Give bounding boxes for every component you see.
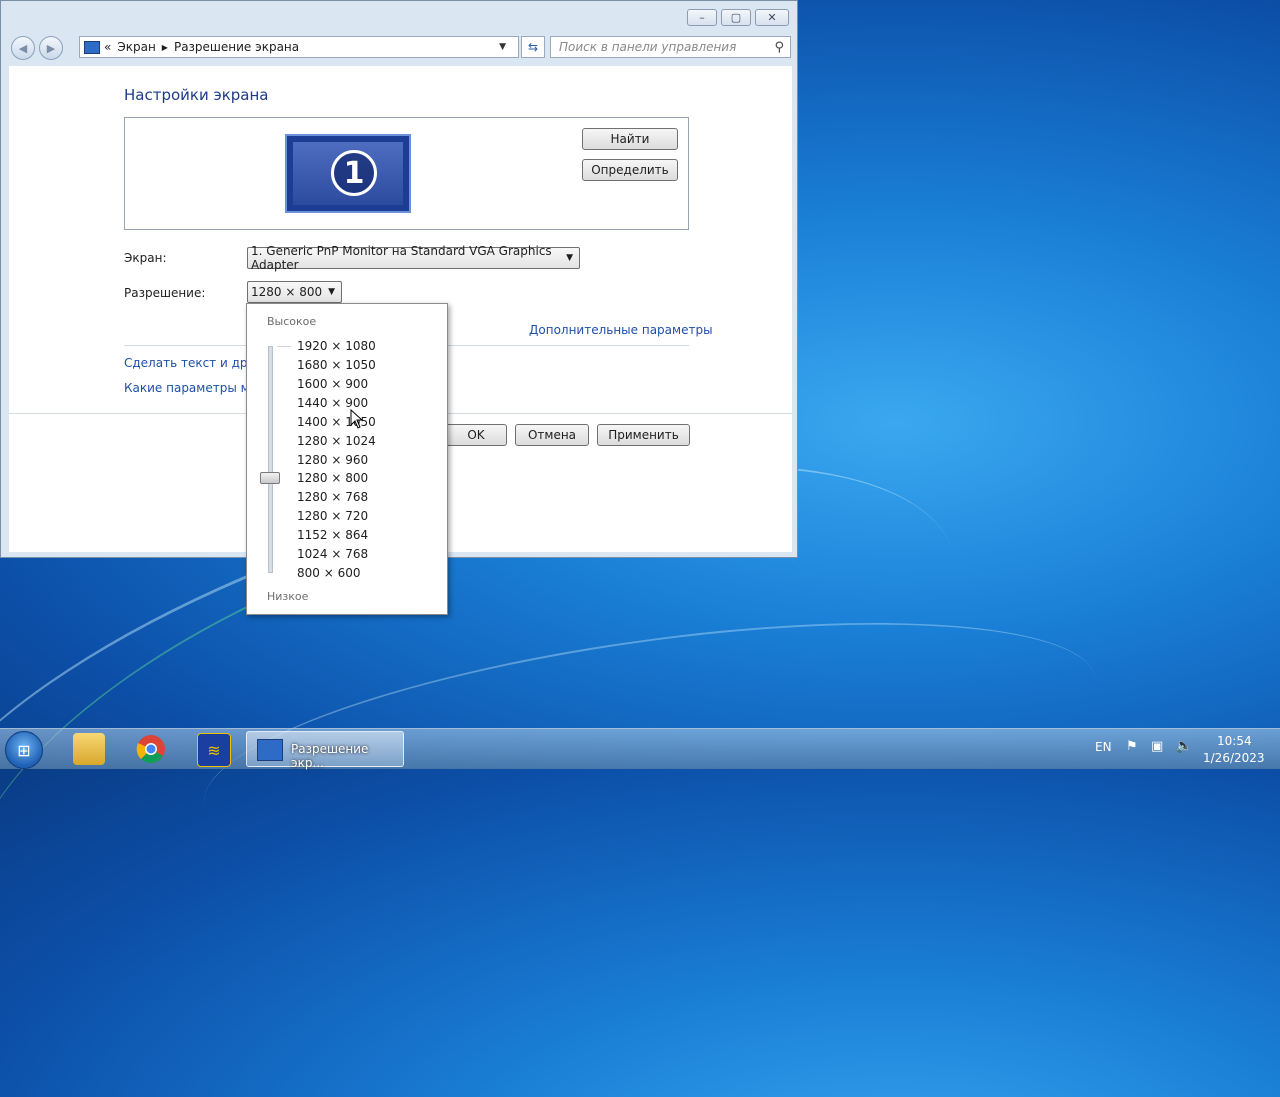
close-button[interactable]: ✕: [755, 9, 789, 26]
volume-icon[interactable]: 🔈: [1175, 738, 1192, 754]
high-label: Высокое: [267, 315, 317, 328]
resolution-option[interactable]: 1024 × 768: [297, 547, 368, 561]
clock-time[interactable]: 10:54: [1217, 734, 1252, 748]
low-label: Низкое: [267, 590, 309, 603]
taskbar-window-title: Разрешение экр...: [291, 742, 369, 770]
chrome-taskbar-icon[interactable]: [135, 733, 167, 765]
mouse-cursor-icon: [350, 409, 364, 429]
resolution-option[interactable]: 1280 × 768: [297, 490, 368, 504]
monitor-preview-area: 1 Найти Определить: [124, 117, 689, 230]
chrome-icon: [136, 735, 165, 764]
screen-select-value: 1. Generic PnP Monitor на Standard VGA G…: [251, 244, 552, 272]
resolution-option[interactable]: 1152 × 864: [297, 528, 368, 542]
cancel-button[interactable]: Отмена: [515, 424, 589, 446]
taskbar-window-display-resolution[interactable]: Разрешение экр...: [246, 731, 404, 770]
resolution-option-selected[interactable]: 1280 × 800: [297, 471, 368, 485]
resolution-option[interactable]: 1600 × 900: [297, 377, 368, 391]
find-button[interactable]: Найти: [582, 128, 678, 150]
breadcrumb-resolution[interactable]: Разрешение экрана: [174, 40, 299, 54]
forward-button[interactable]: ▶: [39, 36, 63, 60]
chevron-down-icon: ▼: [328, 287, 335, 297]
address-bar[interactable]: « Экран ▶ Разрешение экрана ▼: [79, 36, 519, 58]
search-icon[interactable]: ⚲: [774, 40, 784, 55]
resolution-option[interactable]: 1440 × 900: [297, 396, 368, 410]
forward-arrow-icon: ▶: [46, 41, 56, 55]
resolution-select[interactable]: 1280 × 800 ▼: [247, 281, 342, 303]
control-panel-icon: [84, 40, 100, 54]
resolution-label: Разрешение:: [124, 286, 206, 300]
resolution-dropdown: Высокое 1920 × 1080 1680 × 1050 1600 × 9…: [246, 303, 448, 615]
monitor-params-link[interactable]: Какие параметры мон: [124, 381, 265, 395]
display-window-icon: [257, 739, 283, 761]
advanced-settings-link[interactable]: Дополнительные параметры: [529, 323, 713, 337]
resolution-option[interactable]: 1280 × 1024: [297, 434, 376, 448]
minimize-button[interactable]: –: [687, 9, 717, 26]
breadcrumb-overflow-icon[interactable]: «: [104, 40, 111, 54]
refresh-icon: ⇆: [527, 40, 539, 54]
chevron-down-icon: ▼: [566, 253, 573, 263]
monitor-number: 1: [331, 150, 377, 196]
resolution-option[interactable]: 1920 × 1080: [297, 339, 376, 353]
language-indicator[interactable]: EN: [1095, 740, 1112, 754]
screen-select[interactable]: 1. Generic PnP Monitor на Standard VGA G…: [247, 244, 580, 272]
ok-button[interactable]: OK: [445, 424, 507, 446]
search-input[interactable]: Поиск в панели управления ⚲: [550, 36, 791, 58]
back-button[interactable]: ◀: [11, 36, 35, 60]
resolution-option[interactable]: 1280 × 960: [297, 453, 368, 467]
windows-logo-icon: ⊞: [17, 740, 31, 760]
resolution-option[interactable]: 800 × 600: [297, 566, 361, 580]
resolution-slider-track[interactable]: [268, 346, 273, 573]
network-app-taskbar-icon[interactable]: ≋: [197, 733, 231, 767]
network-icon[interactable]: ▣: [1151, 739, 1163, 754]
identify-button[interactable]: Определить: [582, 159, 678, 181]
action-center-icon[interactable]: ⚑: [1126, 739, 1138, 754]
explorer-taskbar-icon[interactable]: [73, 733, 105, 765]
page-title: Настройки экрана: [124, 86, 269, 104]
taskbar: ⊞ ≋ Разрешение экр... EN ⚑ ▣ 🔈 10:54 1/2…: [0, 728, 1280, 770]
resolution-select-value: 1280 × 800: [251, 285, 323, 299]
breadcrumb-separator-icon: ▶: [161, 42, 168, 52]
refresh-button[interactable]: ⇆: [521, 36, 545, 58]
monitor-icon[interactable]: 1: [285, 134, 411, 213]
resolution-option[interactable]: 1680 × 1050: [297, 358, 376, 372]
start-button[interactable]: ⊞: [5, 731, 43, 769]
resolution-option[interactable]: 1280 × 720: [297, 509, 368, 523]
screen-label: Экран:: [124, 251, 167, 265]
chevron-down-icon[interactable]: ▼: [499, 42, 506, 52]
network-app-icon: ≋: [207, 740, 221, 760]
window-controls: – ▢ ✕: [687, 9, 789, 26]
navigation-bar: ◀ ▶ « Экран ▶ Разрешение экрана ▼ ⇆ Поис…: [9, 34, 791, 60]
clock-date[interactable]: 1/26/2023: [1203, 751, 1265, 765]
maximize-button[interactable]: ▢: [721, 9, 751, 26]
resolution-slider-thumb[interactable]: [260, 472, 280, 484]
back-arrow-icon: ◀: [18, 41, 28, 55]
apply-button[interactable]: Применить: [597, 424, 690, 446]
breadcrumb-display[interactable]: Экран: [117, 40, 155, 54]
search-placeholder: Поиск в панели управления: [559, 40, 737, 54]
